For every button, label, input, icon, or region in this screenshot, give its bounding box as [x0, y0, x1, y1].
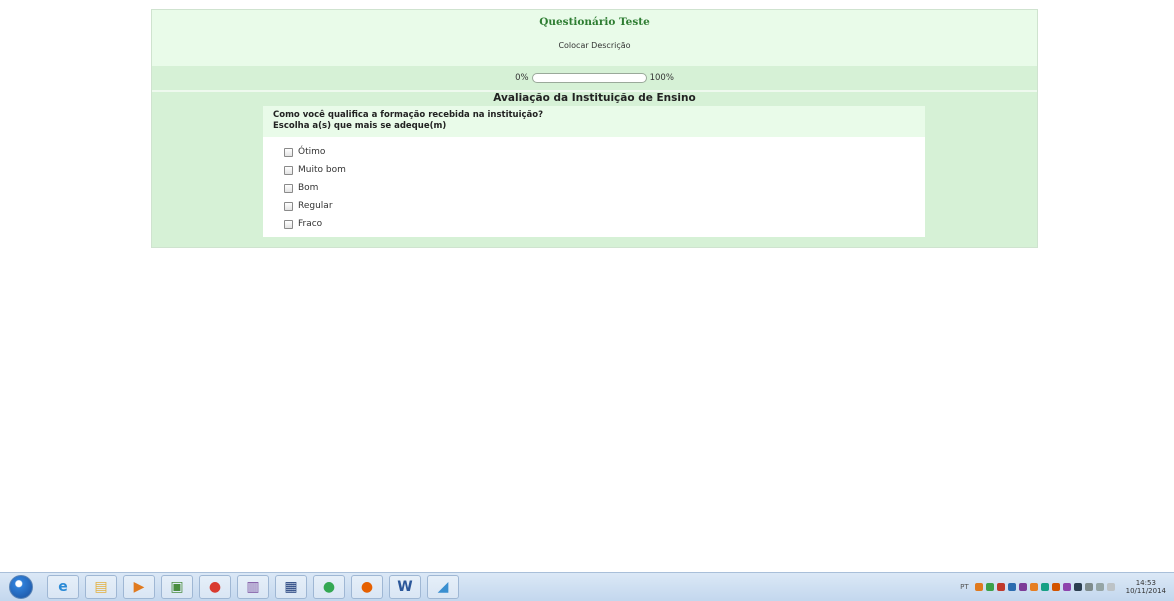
option-label: Bom — [298, 183, 319, 193]
progress-max-label: 100% — [649, 73, 674, 83]
tray-icon[interactable] — [1051, 583, 1060, 591]
tray-icon[interactable] — [1029, 583, 1038, 591]
system-tray: PT 14:53 10/11/2014 — [960, 573, 1166, 601]
question-text: Como você qualifica a formação recebida … — [273, 110, 544, 120]
option-checkbox[interactable] — [284, 183, 293, 193]
option-label: Fraco — [298, 219, 323, 229]
taskbar-apps: e ▤ ▶ ▣ ● ▥ ▦ ● ● W ◢ — [47, 575, 465, 599]
question-card: Como você qualifica a formação recebida … — [263, 106, 925, 237]
taskbar-app[interactable]: W — [389, 575, 421, 599]
option-checkbox[interactable] — [284, 147, 293, 157]
tray-icon[interactable] — [996, 583, 1005, 591]
survey-title: Questionário Teste — [539, 16, 650, 28]
question-header: Como você qualifica a formação recebida … — [263, 106, 925, 137]
word-icon: W — [397, 579, 413, 595]
taskbar: e ▤ ▶ ▣ ● ▥ ▦ ● ● W ◢ PT 14:53 10/11/2014 — [0, 572, 1174, 601]
section-title: Avaliação da Instituição de Ensino — [493, 92, 696, 104]
network-icon[interactable] — [1095, 583, 1104, 591]
winrar-icon: ▥ — [246, 579, 260, 595]
chrome-icon: ● — [208, 579, 222, 595]
taskbar-app[interactable]: ▤ — [85, 575, 117, 599]
taskbar-app[interactable]: ● — [313, 575, 345, 599]
terminal-app-icon: ▦ — [284, 579, 298, 595]
tray-icon[interactable] — [1040, 583, 1049, 591]
firefox-icon: ● — [360, 579, 374, 595]
tray-icon[interactable] — [1073, 583, 1082, 591]
taskbar-app[interactable]: ▥ — [237, 575, 269, 599]
option-label: Regular — [298, 201, 333, 211]
taskbar-app[interactable]: ▣ — [161, 575, 193, 599]
clock-date: 10/11/2014 — [1125, 587, 1166, 595]
option-fraco[interactable]: Fraco — [284, 215, 925, 233]
survey-header: Questionário Teste Colocar Descrição — [152, 10, 1037, 66]
option-regular[interactable]: Regular — [284, 197, 925, 215]
question-instruction: Escolha a(s) que mais se adeque(m) — [273, 120, 447, 131]
option-otimo[interactable]: Ótimo — [284, 143, 925, 161]
tray-icon[interactable] — [985, 583, 994, 591]
paint-icon: ◢ — [437, 579, 449, 595]
progress-bar — [531, 73, 647, 83]
taskbar-app[interactable]: ▶ — [123, 575, 155, 599]
progress-min-label: 0% — [515, 73, 529, 83]
survey-description: Colocar Descrição — [558, 41, 631, 50]
tray-icon[interactable] — [1062, 583, 1071, 591]
clock-time: 14:53 — [1135, 579, 1156, 587]
option-label: Ótimo — [298, 147, 326, 157]
file-explorer-icon: ▤ — [94, 579, 108, 595]
tray-icon[interactable] — [974, 583, 983, 591]
start-button[interactable] — [9, 575, 33, 599]
chrome-icon: ● — [322, 579, 336, 595]
option-checkbox[interactable] — [284, 165, 293, 175]
taskbar-app[interactable]: ▦ — [275, 575, 307, 599]
taskbar-app[interactable]: ● — [351, 575, 383, 599]
option-checkbox[interactable] — [284, 201, 293, 211]
volume-icon[interactable] — [1106, 583, 1115, 591]
internet-explorer-icon: e — [58, 579, 68, 595]
progress-row: 0% 100% — [152, 66, 1037, 92]
tray-icon[interactable] — [1018, 583, 1027, 591]
survey-panel: Questionário Teste Colocar Descrição 0% … — [151, 9, 1038, 248]
option-bom[interactable]: Bom — [284, 179, 925, 197]
taskbar-app[interactable]: ● — [199, 575, 231, 599]
option-checkbox[interactable] — [284, 219, 293, 229]
option-muito-bom[interactable]: Muito bom — [284, 161, 925, 179]
clock[interactable]: 14:53 10/11/2014 — [1126, 579, 1166, 595]
option-label: Muito bom — [298, 165, 346, 175]
flag-icon[interactable] — [1084, 583, 1093, 591]
options-list: Ótimo Muito bom Bom Regular Fraco — [263, 137, 925, 233]
picture-app-icon: ▣ — [170, 579, 184, 595]
media-player-icon: ▶ — [133, 579, 145, 595]
taskbar-app[interactable]: e — [47, 575, 79, 599]
language-indicator[interactable]: PT — [960, 583, 969, 591]
taskbar-app[interactable]: ◢ — [427, 575, 459, 599]
tray-icon[interactable] — [1007, 583, 1016, 591]
